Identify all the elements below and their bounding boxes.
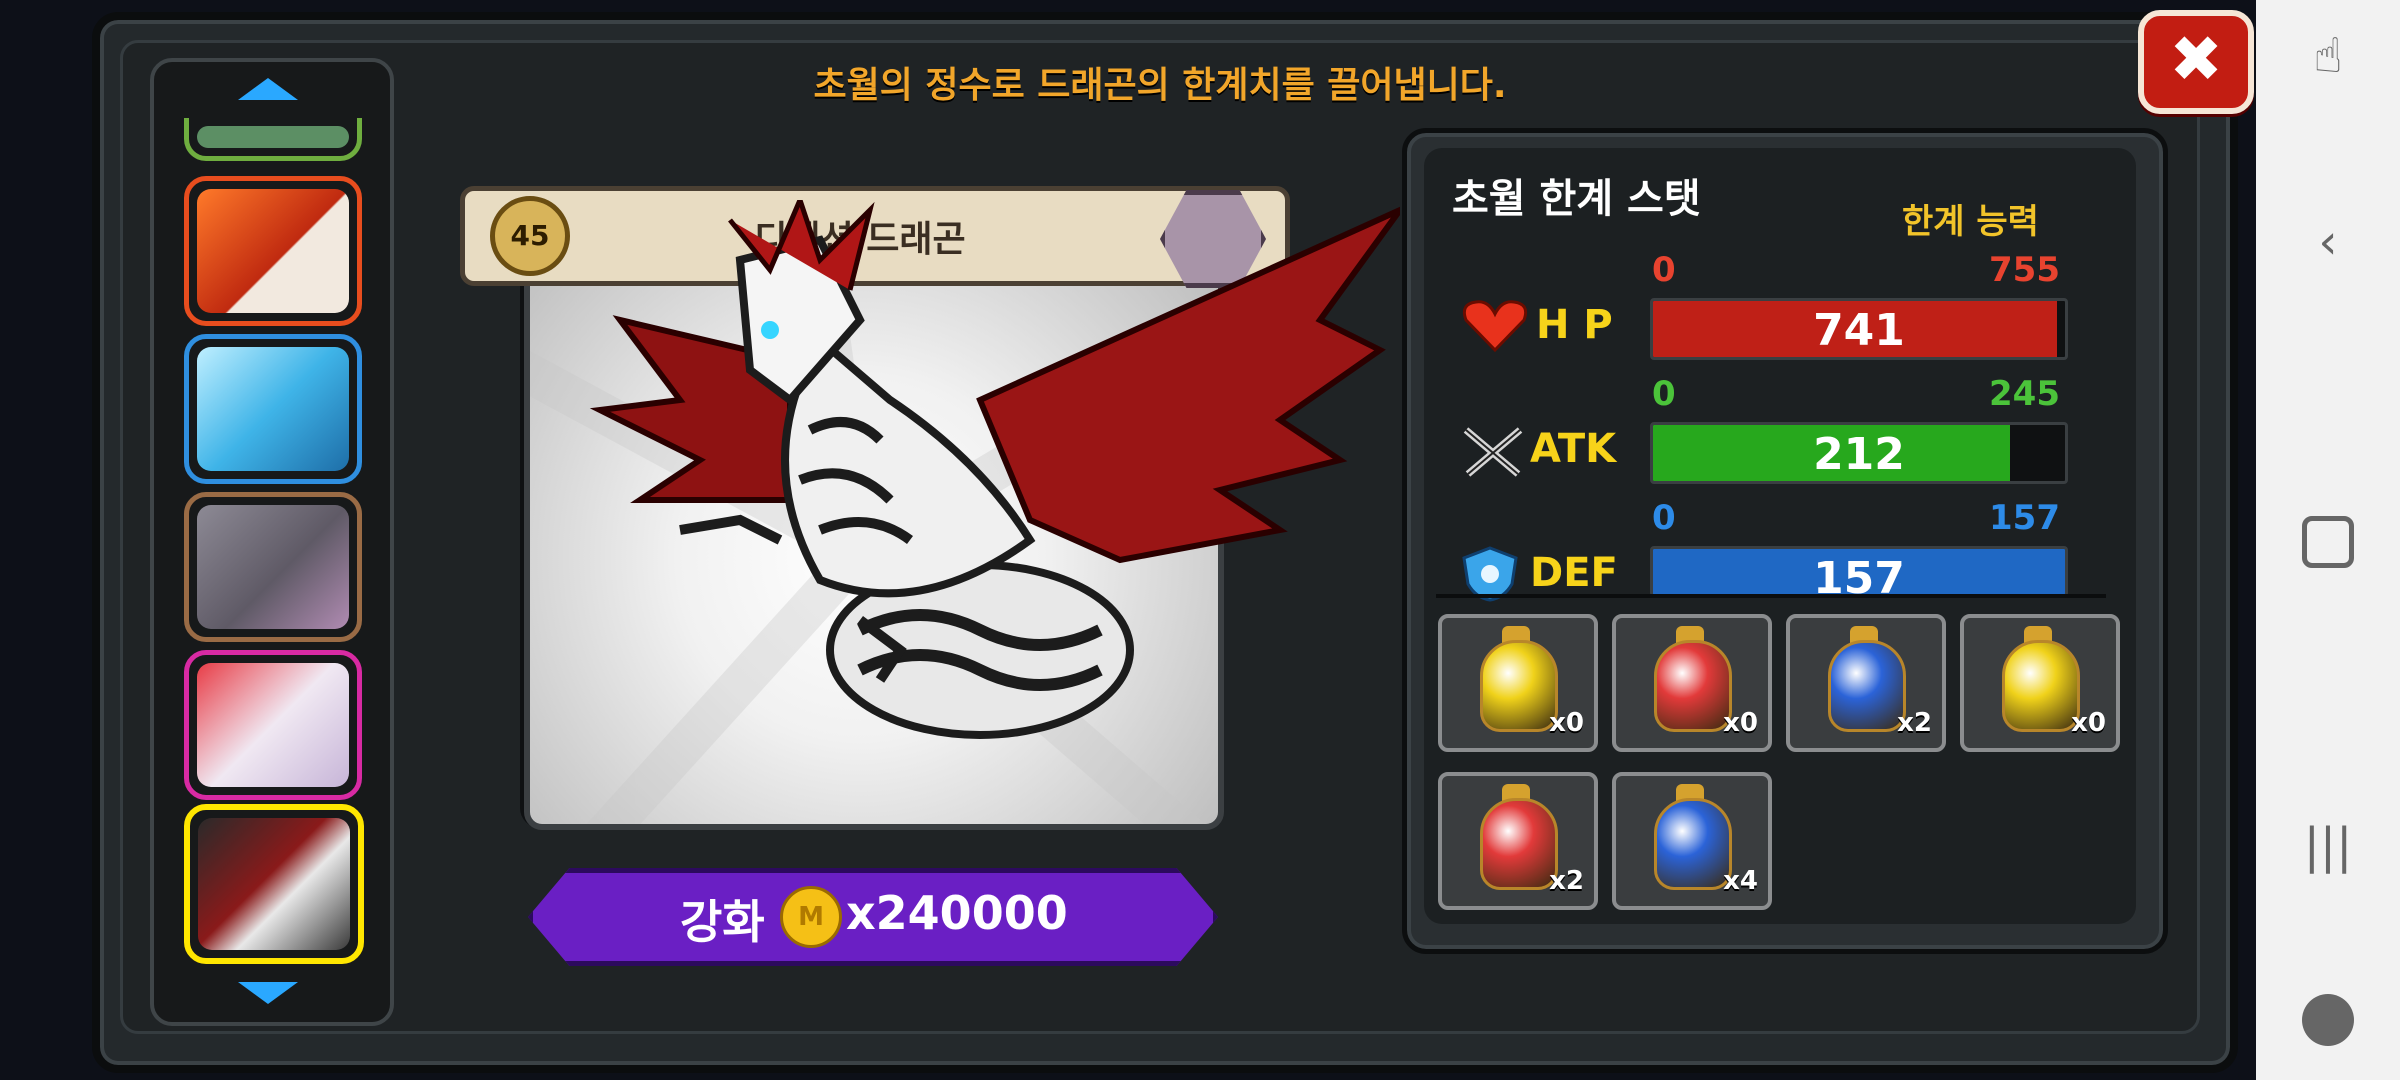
atk-label: ATK — [1530, 426, 1617, 472]
potion-slot-5[interactable]: x2 — [1438, 772, 1598, 910]
potion-icon — [2002, 640, 2080, 732]
potion-slot-6[interactable]: x4 — [1612, 772, 1772, 910]
scroll-up-icon[interactable] — [238, 78, 298, 100]
home-icon[interactable] — [2292, 506, 2364, 578]
dragon-thumb-fire[interactable] — [184, 176, 362, 326]
dragon-thumb-partial[interactable] — [184, 118, 362, 161]
potion-count: x0 — [2071, 708, 2106, 738]
back-icon[interactable]: ‹ — [2292, 206, 2364, 278]
level-badge: 45 — [490, 196, 570, 276]
heart-icon — [1462, 300, 1528, 353]
close-button[interactable]: ✖ — [2138, 10, 2254, 114]
potion-slot-2[interactable]: x0 — [1612, 614, 1772, 752]
potion-count: x4 — [1723, 866, 1758, 896]
stats-title: 초월 한계 스탯 — [1452, 176, 1701, 222]
hp-max: 755 — [1989, 250, 2060, 290]
potion-icon — [1828, 640, 1906, 732]
potion-count: x2 — [1549, 866, 1584, 896]
potion-icon — [1654, 640, 1732, 732]
def-value: 157 — [1813, 553, 1905, 597]
hp-min: 0 — [1652, 250, 1676, 290]
upgrade-cost: x240000 — [846, 886, 1068, 940]
atk-value: 212 — [1813, 429, 1905, 480]
stats-divider — [1436, 594, 2106, 598]
coin-icon: M — [780, 886, 842, 948]
atk-min: 0 — [1652, 374, 1676, 414]
potion-count: x2 — [1897, 708, 1932, 738]
potion-slot-3[interactable]: x2 — [1786, 614, 1946, 752]
game-icon[interactable] — [2292, 984, 2364, 1056]
def-label: DEF — [1530, 550, 1618, 596]
crossed-swords-icon — [1463, 427, 1523, 477]
limit-ability-label: 한계 능력 — [1902, 202, 2039, 242]
upgrade-label: 강화 — [680, 895, 765, 949]
scroll-down-icon[interactable] — [238, 982, 298, 1004]
hp-label: H P — [1536, 302, 1613, 348]
recents-icon[interactable]: ||| — [2292, 810, 2364, 882]
potion-grid: x0 x0 x2 x0 x2 x4 — [1436, 610, 2126, 910]
atk-bar: 212 — [1650, 422, 2068, 484]
hp-value: 741 — [1813, 305, 1905, 356]
dragon-thumb-ice[interactable] — [184, 334, 362, 484]
potion-icon — [1654, 798, 1732, 890]
potion-icon — [1480, 798, 1558, 890]
def-bar: 157 — [1650, 546, 2068, 597]
def-max: 157 — [1989, 498, 2060, 538]
potion-slot-1[interactable]: x0 — [1438, 614, 1598, 752]
panel-subtitle: 초월의 정수로 드래곤의 한계치를 끌어냅니다. — [813, 65, 1507, 106]
touch-icon[interactable]: ☝ — [2292, 20, 2364, 92]
potion-icon — [1480, 640, 1558, 732]
def-min: 0 — [1652, 498, 1676, 538]
potion-slot-4[interactable]: x0 — [1960, 614, 2120, 752]
atk-max: 245 — [1989, 374, 2060, 414]
dragon-thumb-pink[interactable] — [184, 650, 362, 800]
dragon-thumb-dimension-selected[interactable] — [184, 804, 364, 964]
dragon-thumb-rock[interactable] — [184, 492, 362, 642]
potion-count: x0 — [1723, 708, 1758, 738]
hp-bar: 741 — [1650, 298, 2068, 360]
dragon-illustration — [589, 200, 1400, 739]
potion-count: x0 — [1549, 708, 1584, 738]
